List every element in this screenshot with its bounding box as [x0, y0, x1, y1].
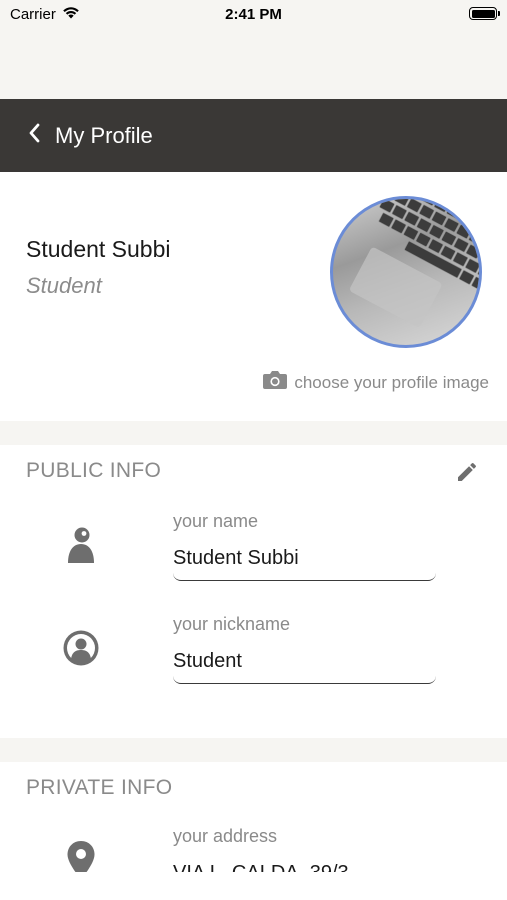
nickname-input[interactable]: Student [173, 640, 436, 684]
private-info-title: PRIVATE INFO [26, 776, 173, 799]
edit-button[interactable] [453, 460, 481, 488]
camera-icon [262, 370, 288, 395]
profile-name: Student Subbi [26, 236, 171, 262]
person-icon [62, 525, 100, 565]
keyboard-photo [350, 199, 479, 327]
bottom-clip [0, 872, 507, 900]
public-info-title: PUBLIC INFO [26, 459, 162, 482]
navigation-bar: My Profile [0, 99, 507, 172]
address-field-label: your address [173, 826, 278, 846]
nickname-field-row: your nickname Student [0, 612, 507, 702]
status-bar: Carrier 2:41 PM [0, 0, 507, 99]
avatar[interactable] [330, 196, 482, 348]
back-button[interactable] [20, 121, 48, 149]
choose-image-label: choose your profile image [294, 372, 489, 392]
profile-role: Student [26, 273, 102, 298]
section-separator [0, 421, 507, 445]
public-info-section: PUBLIC INFO your name Student Subbi your… [0, 445, 507, 738]
profile-header: Student Subbi Student choose your profil… [0, 172, 507, 421]
name-field-label: your name [173, 511, 259, 531]
pencil-icon [455, 460, 479, 489]
status-time: 2:41 PM [225, 6, 282, 23]
user-circle-icon [62, 628, 100, 668]
name-field-row: your name Student Subbi [0, 509, 507, 599]
section-separator [0, 738, 507, 762]
battery-icon [469, 7, 500, 20]
chevron-left-icon [27, 122, 41, 149]
name-input[interactable]: Student Subbi [173, 537, 436, 581]
nickname-field-label: your nickname [173, 614, 291, 634]
page-title: My Profile [55, 123, 153, 148]
choose-profile-image-button[interactable]: choose your profile image [262, 370, 489, 395]
